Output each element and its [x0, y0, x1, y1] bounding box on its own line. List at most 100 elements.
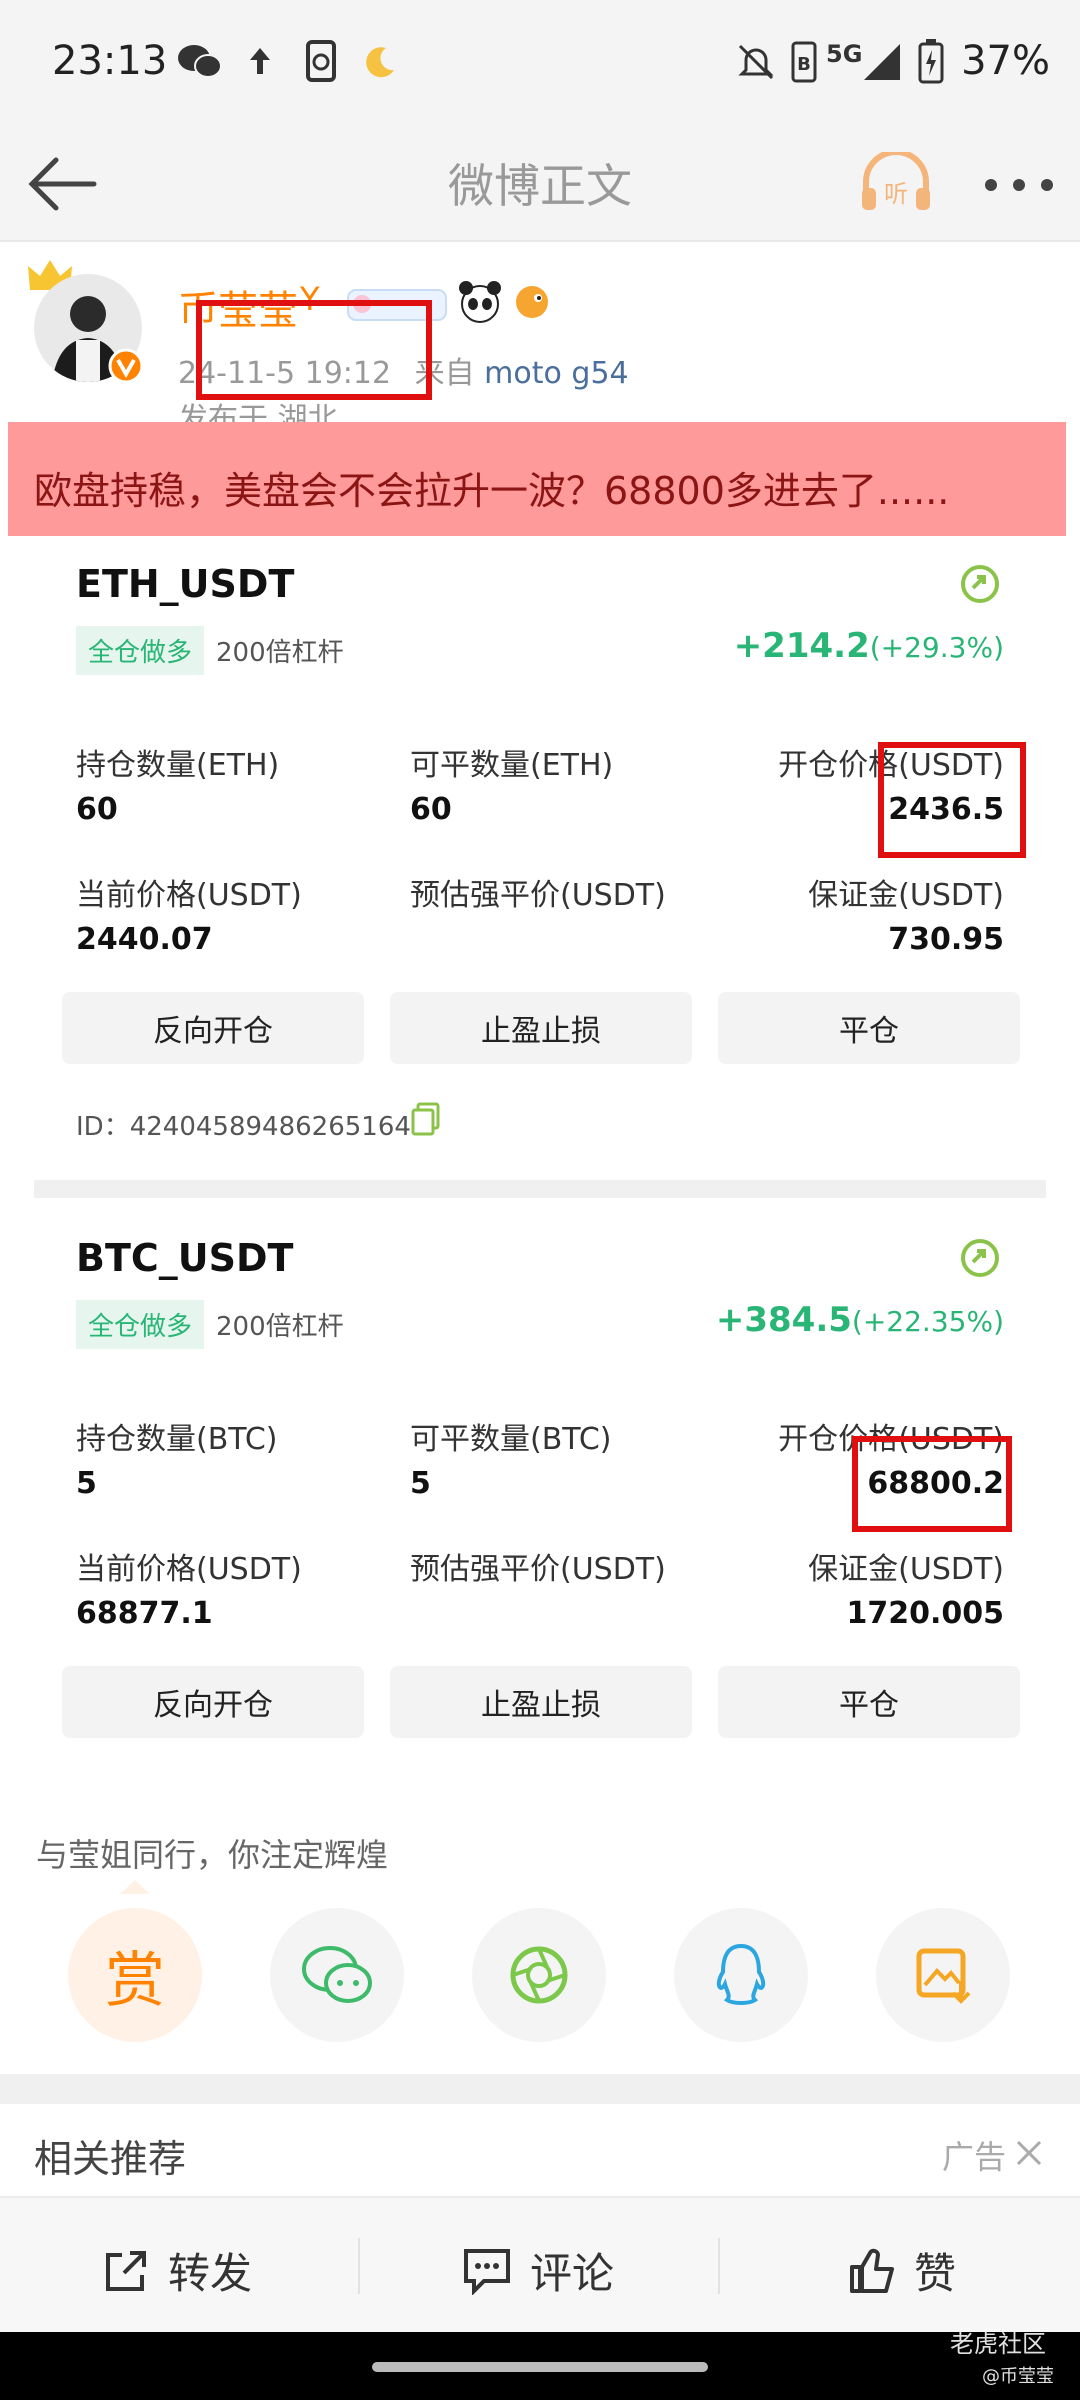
repost-button[interactable]: 转发 — [102, 2240, 252, 2301]
battery-icon — [918, 39, 944, 84]
position-card-btc: BTC_USDT 全仓做多 200倍杠杆 +384.5(+22.35%) 持仓数… — [0, 1214, 1080, 1754]
red-annotation-box — [878, 742, 1026, 858]
comment-icon — [464, 2248, 510, 2295]
post-device[interactable]: moto g54 — [484, 356, 628, 391]
qty-label: 持仓数量(BTC) — [76, 1422, 278, 1457]
pnl-value: +214.2 — [733, 626, 870, 666]
upload-arrow-icon — [250, 48, 270, 74]
related-title: 相关推荐 — [34, 2137, 187, 2181]
position-symbol: BTC_USDT — [76, 1236, 294, 1280]
bar-separator — [358, 2238, 360, 2294]
bar-separator — [718, 2238, 720, 2294]
pointer-caret — [120, 1880, 150, 1894]
margin-label: 保证金(USDT) — [808, 1552, 1004, 1587]
position-symbol: ETH_USDT — [76, 562, 295, 606]
moon-icon — [366, 47, 394, 78]
watermark-community: 老虎社区 — [950, 2330, 1046, 2358]
margin-value: 1720.005 — [846, 1596, 1004, 1631]
position-leverage: 200倍杠杆 — [216, 638, 344, 668]
slogan-text: 与莹姐同行，你注定辉煌 — [36, 1836, 389, 1874]
tp-sl-button[interactable]: 止盈止损 — [390, 1666, 692, 1738]
like-button[interactable]: 赞 — [848, 2240, 956, 2301]
sim-card-icon: B — [791, 41, 817, 83]
wechat-notification-icon — [178, 45, 222, 78]
tp-sl-button[interactable]: 止盈止损 — [390, 992, 692, 1064]
qty-value: 5 — [76, 1466, 97, 1501]
status-bar: 23:13 B 5G 37% — [0, 0, 1080, 128]
pnl-percent: (+29.3%) — [869, 631, 1004, 664]
closable-label: 可平数量(BTC) — [410, 1422, 612, 1457]
like-label: 赞 — [914, 2249, 957, 2298]
save-image-icon — [916, 1948, 971, 2004]
watermark-author: @币莹莹 — [982, 2366, 1054, 2387]
mute-notification-icon — [738, 44, 774, 80]
share-moments-button[interactable] — [472, 1908, 606, 2042]
position-pnl: +384.5(+22.35%) — [716, 1300, 1004, 1340]
close-ad-icon[interactable] — [1014, 2138, 1044, 2168]
post-author-section: 币莹莹 Y 24-11-5 19:12 来自 moto g54 发布于 湖北 — [0, 240, 1080, 437]
network-type: 5G — [826, 40, 863, 68]
closable-label: 可平数量(ETH) — [410, 748, 614, 783]
copy-icon[interactable] — [410, 1102, 442, 1136]
position-card-eth: ETH_USDT 全仓做多 200倍杠杆 +214.2(+29.3%) 持仓数量… — [0, 540, 1080, 1180]
pnl-percent: (+22.35%) — [851, 1305, 1004, 1338]
share-qq-button[interactable] — [674, 1908, 808, 2042]
position-tag: 全仓做多 — [76, 1300, 205, 1349]
pufferfish-icon — [516, 286, 548, 318]
post-text-highlight: 欧盘持稳，美盘会不会拉升一波？68800多进去了...... — [8, 422, 1066, 536]
panda-icon — [459, 281, 501, 323]
red-annotation-box — [852, 1436, 1012, 1532]
listen-headphone-icon[interactable]: 听 — [858, 152, 934, 214]
reward-button[interactable]: 赏 — [68, 1908, 202, 2042]
close-position-button[interactable]: 平仓 — [718, 1666, 1020, 1738]
current-price-value: 68877.1 — [76, 1596, 213, 1631]
post-text: 欧盘持稳，美盘会不会拉升一波？68800多进去了...... — [34, 469, 950, 513]
share-position-icon[interactable] — [958, 1236, 1002, 1280]
position-leverage: 200倍杠杆 — [216, 1312, 344, 1342]
margin-value: 730.95 — [888, 922, 1004, 957]
red-annotation-box — [196, 300, 432, 400]
current-price-label: 当前价格(USDT) — [76, 878, 302, 913]
position-pnl: +214.2(+29.3%) — [734, 626, 1004, 666]
position-tag: 全仓做多 — [76, 626, 205, 675]
comment-label: 评论 — [530, 2249, 615, 2298]
home-gesture-bar[interactable] — [372, 2362, 708, 2372]
system-nav-bar: 老虎社区 @币莹莹 — [0, 2330, 1080, 2400]
moments-icon — [510, 1946, 568, 2004]
card-divider — [34, 1180, 1046, 1198]
phone-sync-icon — [306, 40, 336, 82]
reverse-open-button[interactable]: 反向开仓 — [62, 992, 364, 1064]
bottom-action-bar: 转发 评论 赞 — [0, 2196, 1080, 2334]
share-position-icon[interactable] — [958, 562, 1002, 606]
reverse-open-button[interactable]: 反向开仓 — [62, 1666, 364, 1738]
reward-label: 赏 — [105, 1945, 165, 2016]
status-time: 23:13 — [52, 38, 168, 84]
current-price-value: 2440.07 — [76, 922, 213, 957]
share-wechat-button[interactable] — [270, 1908, 404, 2042]
comment-button[interactable]: 评论 — [462, 2240, 614, 2301]
signal-icon — [864, 44, 900, 80]
battery-percent: 37% — [961, 38, 1050, 84]
qty-value: 60 — [76, 792, 118, 827]
qq-icon — [716, 1943, 766, 2005]
svg-text:B: B — [797, 54, 811, 75]
thumbs-up-icon — [850, 2248, 894, 2293]
svg-text:听: 听 — [884, 180, 908, 208]
current-price-label: 当前价格(USDT) — [76, 1552, 302, 1587]
liq-price-label: 预估强平价(USDT) — [410, 878, 666, 913]
top-header: 微博正文 听 — [0, 128, 1080, 242]
ad-label: 广告 — [942, 2138, 1007, 2176]
repost-icon — [106, 2250, 146, 2291]
more-options-icon[interactable] — [984, 178, 1054, 192]
wechat-icon — [302, 1946, 372, 2003]
section-divider — [0, 2074, 1080, 2104]
position-id: ID：424045894862651648 — [76, 1112, 428, 1142]
close-position-button[interactable]: 平仓 — [718, 992, 1020, 1064]
pnl-value: +384.5 — [715, 1300, 852, 1340]
closable-value: 5 — [410, 1466, 431, 1501]
repost-label: 转发 — [168, 2249, 253, 2298]
save-image-button[interactable] — [876, 1908, 1010, 2042]
verified-badge-icon — [108, 348, 144, 384]
qty-label: 持仓数量(ETH) — [76, 748, 280, 783]
liq-price-label: 预估强平价(USDT) — [410, 1552, 666, 1587]
